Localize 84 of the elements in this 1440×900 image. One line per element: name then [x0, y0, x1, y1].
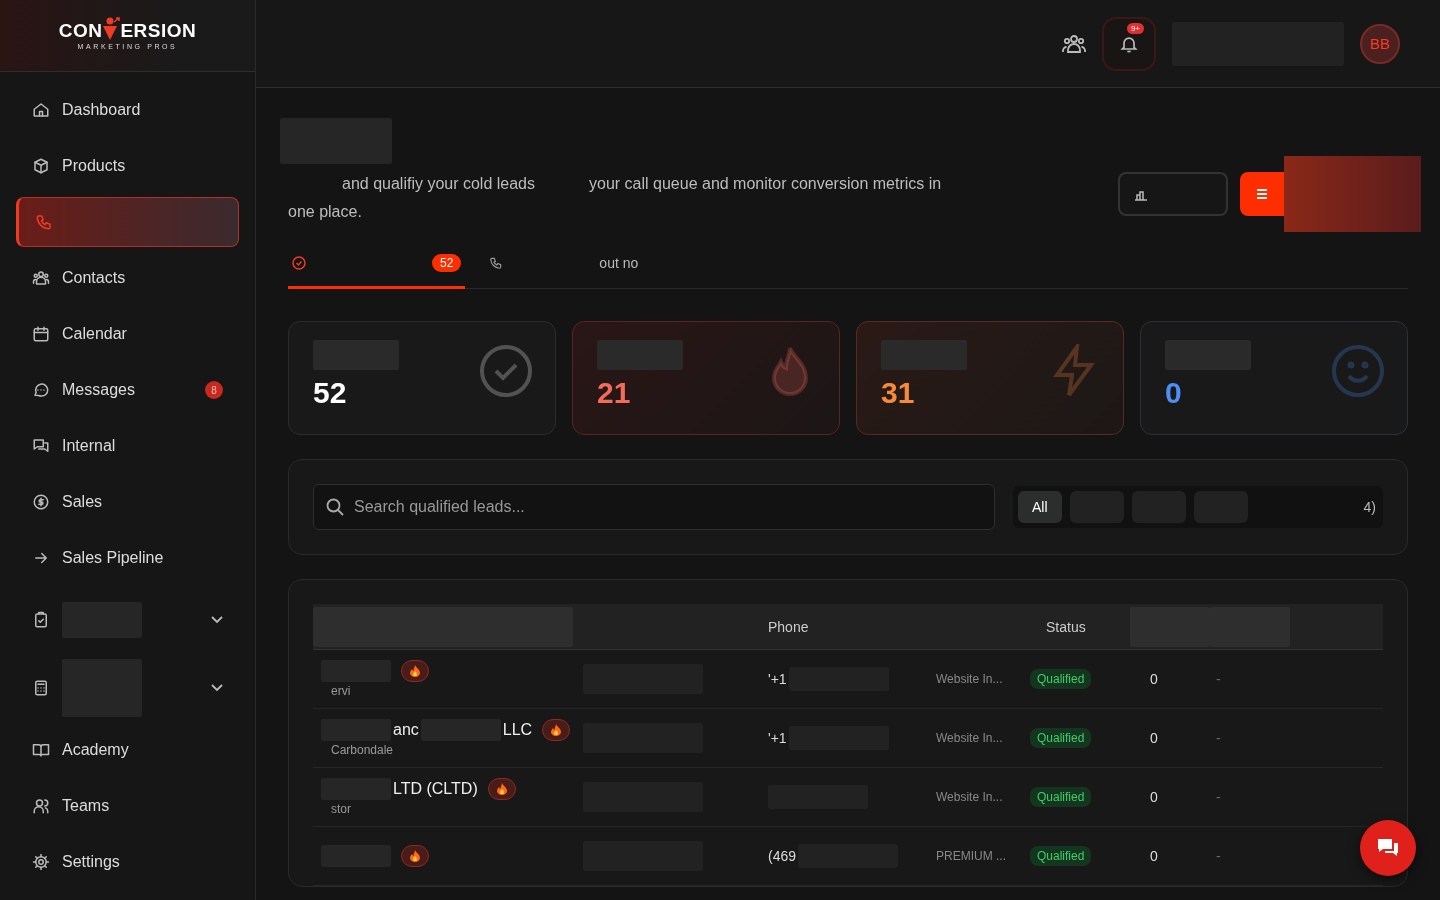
lead-location: ervi	[331, 684, 351, 698]
page-description: and qualifiy your cold leads your call queue and monitor conversion metrics in one place.	[288, 174, 943, 222]
lead-name: LLC	[502, 721, 533, 739]
status-badge: Qualified	[1030, 728, 1092, 748]
check-circle-icon	[479, 344, 533, 398]
stat-value: 31	[881, 376, 915, 410]
last-call: -	[1216, 730, 1221, 746]
flame-icon	[410, 665, 420, 677]
menu-icon	[1256, 189, 1268, 199]
chats-icon	[32, 437, 50, 455]
sidebar-item[interactable]: Calendar	[16, 309, 239, 359]
person-arrow-icon	[101, 15, 122, 42]
phone-number: '+1	[768, 730, 787, 746]
sidebar-item[interactable]: Products	[16, 141, 239, 191]
column-header: Phone	[768, 618, 809, 635]
lead-name: LTD (CLTD)	[393, 780, 478, 798]
filter-button[interactable]: All	[1018, 491, 1062, 523]
status-badge: Qualified	[1030, 669, 1092, 689]
box-icon	[32, 157, 50, 175]
user-icon	[32, 797, 50, 815]
notification-badge: 9+	[1126, 22, 1144, 34]
lead-source: Website In...	[936, 790, 1003, 804]
lead-location: Carbondale	[331, 743, 394, 757]
sidebar-item[interactable]: Dashboard	[16, 85, 239, 135]
call-count: 0	[1150, 789, 1158, 805]
tab[interactable]: out no	[485, 246, 723, 289]
stat-value: 21	[597, 376, 631, 410]
sidebar-item[interactable]: Teams	[16, 781, 239, 831]
flame-icon	[551, 724, 562, 736]
sidebar-item[interactable]: Messages 8	[16, 365, 239, 415]
stat-value: 0	[1165, 376, 1182, 410]
calculator-icon	[32, 679, 50, 697]
lead-source: PREMIUM ...	[936, 849, 1006, 863]
stats-button[interactable]	[1118, 172, 1228, 216]
last-call: -	[1216, 671, 1221, 687]
sidebar-item[interactable]: Sales	[16, 477, 239, 527]
people-icon	[32, 269, 50, 287]
lead-source: Website In...	[936, 731, 1003, 745]
call-count: 0	[1150, 730, 1158, 746]
smiley-icon	[1331, 344, 1385, 398]
call-count: 0	[1150, 671, 1158, 687]
check-circle-icon	[292, 256, 306, 270]
sidebar-item[interactable]: Contacts	[16, 253, 239, 303]
status-badge: Qualified	[1030, 846, 1092, 866]
gear-icon	[32, 853, 50, 871]
phone-icon	[35, 213, 53, 231]
sidebar-item[interactable]: Sales Pipeline	[16, 533, 239, 583]
flame-icon	[410, 850, 420, 862]
phone-number: '+1	[768, 671, 787, 687]
chat-icon	[32, 381, 50, 399]
lead-name: anc	[393, 721, 419, 739]
last-call: -	[1216, 848, 1221, 864]
lead-source: Website In...	[936, 672, 1003, 686]
sidebar-item[interactable]	[16, 197, 239, 247]
avatar[interactable]: BB	[1360, 23, 1400, 64]
phone-number: (469	[768, 848, 797, 864]
menu-button[interactable]	[1240, 172, 1284, 216]
count-badge: 8	[205, 381, 223, 399]
column-header: Status	[1046, 618, 1086, 635]
clipboard-icon	[32, 611, 50, 629]
logo-text: CON	[58, 19, 103, 42]
filter-button[interactable]: 4)	[1361, 491, 1378, 523]
count-badge: 52	[432, 254, 462, 272]
calendar-icon	[32, 325, 50, 343]
dollar-icon	[32, 493, 50, 511]
home-icon	[32, 101, 50, 119]
phone-icon	[489, 256, 504, 270]
call-count: 0	[1150, 848, 1158, 864]
sidebar-item[interactable]: Internal	[16, 421, 239, 471]
stat-value: 52	[313, 376, 347, 410]
search-field[interactable]: Search qualified leads...	[313, 484, 995, 530]
group-icon[interactable]	[1062, 33, 1086, 54]
tab[interactable]: 52	[288, 246, 466, 289]
sidebar-item[interactable]: Settings	[16, 837, 239, 887]
lead-location: stor	[331, 802, 351, 816]
notification-button[interactable]: 9+	[1102, 16, 1156, 71]
last-call: -	[1216, 789, 1221, 805]
sidebar-item[interactable]: Academy	[16, 725, 239, 775]
search-icon	[326, 498, 344, 516]
status-badge: Qualified	[1030, 787, 1092, 807]
logo-text: ERSION	[120, 19, 197, 42]
chat-bubbles-icon	[1376, 837, 1400, 859]
flame-icon	[496, 783, 507, 795]
book-icon	[32, 741, 50, 759]
